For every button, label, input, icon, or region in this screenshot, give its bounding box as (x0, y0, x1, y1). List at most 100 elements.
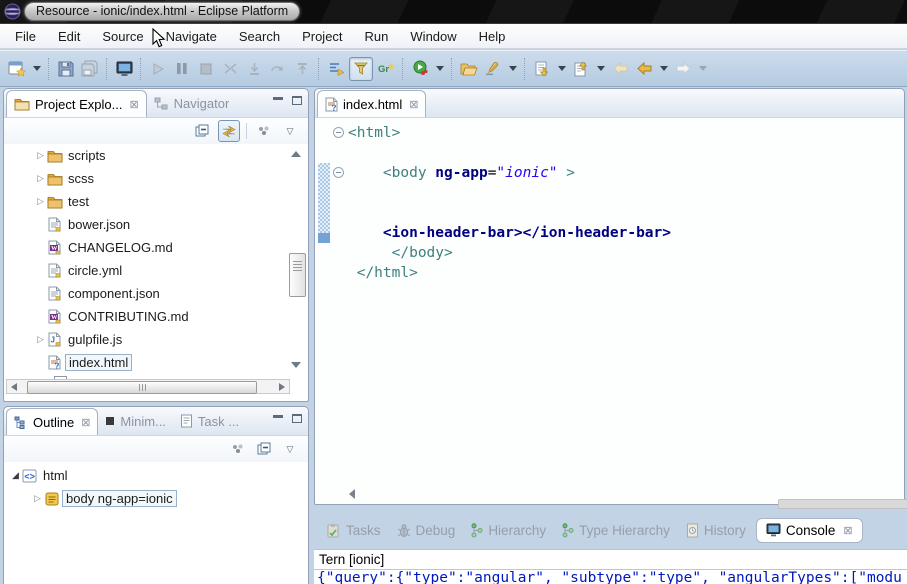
view-tab-hierarchy[interactable]: Hierarchy (465, 519, 552, 542)
horizontal-scrollbar[interactable] (6, 379, 290, 394)
collapsed-arrow-icon[interactable]: ▷ (35, 173, 46, 184)
tree-item-circle-yml[interactable]: circle.yml (35, 259, 308, 282)
collapse-all-button[interactable] (192, 121, 212, 141)
back-button[interactable] (633, 58, 655, 80)
step-return-icon (296, 62, 309, 76)
link-with-editor-button[interactable] (218, 120, 240, 142)
new-wizard-dropdown[interactable] (30, 58, 43, 80)
view-dots-icon[interactable] (228, 439, 248, 459)
menu-project[interactable]: Project (291, 26, 353, 47)
menu-help[interactable]: Help (468, 26, 517, 47)
new-wizard-button[interactable] (6, 58, 28, 80)
view-tab-tasks[interactable]: Tasks (320, 519, 387, 542)
collapsed-arrow-icon[interactable]: ▷ (32, 493, 43, 504)
view-menu-button[interactable]: ▽ (280, 439, 300, 459)
menu-source[interactable]: Source (91, 26, 154, 47)
tree-item-index-html[interactable]: ?index.html (35, 351, 308, 374)
collapsed-arrow-icon[interactable]: ▷ (35, 196, 46, 207)
scroll-up-arrow[interactable] (291, 151, 301, 157)
expanded-arrow-icon[interactable]: ◢ (10, 470, 21, 481)
menu-window[interactable]: Window (399, 26, 467, 47)
forward-dropdown[interactable] (696, 58, 709, 80)
scroll-left-arrow[interactable] (11, 383, 17, 391)
menu-file[interactable]: File (4, 26, 47, 47)
tree-item-bower-json[interactable]: bower.json (35, 213, 308, 236)
view-menu-button[interactable]: ▽ (280, 121, 300, 141)
save-all-button[interactable] (79, 58, 101, 80)
save-button[interactable] (55, 58, 77, 80)
horizontal-scrollbar-thumb[interactable] (27, 381, 257, 394)
back-to-left-button[interactable] (609, 58, 631, 80)
scroll-down-arrow[interactable] (291, 362, 301, 368)
view-tab-history[interactable]: History (680, 519, 752, 542)
fold-marker[interactable] (333, 127, 344, 138)
previous-annotation-dropdown[interactable] (594, 58, 607, 80)
step-into-button[interactable] (243, 58, 265, 80)
resume-button[interactable] (147, 58, 169, 80)
forward-button[interactable] (672, 58, 694, 80)
tree-item-test[interactable]: ▷test (35, 190, 308, 213)
code-editor[interactable]: <html><body ng-app="ionic" ><ion-header-… (315, 118, 904, 504)
back-dropdown[interactable] (657, 58, 670, 80)
close-tab-icon[interactable]: ⊠ (843, 524, 852, 537)
view-dots-icon[interactable] (254, 121, 274, 141)
toggle-mark-occurrences-button[interactable] (349, 57, 373, 81)
menu-search[interactable]: Search (228, 26, 291, 47)
console-view: TasksDebugHierarchyType HierarchyHistory… (314, 512, 907, 584)
svg-text:?: ? (332, 103, 337, 112)
suspend-button[interactable] (171, 58, 193, 80)
tree-item-gulpfile-js[interactable]: ▷Jgulpfile.js (35, 328, 308, 351)
editor-scroll-left-arrow[interactable] (349, 489, 355, 499)
collapsed-arrow-icon[interactable]: ▷ (35, 150, 46, 161)
tree-item-scss[interactable]: ▷scss (35, 167, 308, 190)
run-button[interactable] (409, 58, 431, 80)
scroll-right-arrow[interactable] (279, 383, 285, 391)
run-dropdown[interactable] (433, 58, 446, 80)
tab-project-explo-[interactable]: Project Explo...⊠ (6, 90, 147, 117)
tree-item-label: index.html (65, 354, 132, 371)
minimize-view-button[interactable] (273, 96, 283, 105)
view-tab-console[interactable]: Console⊠ (756, 518, 863, 543)
maximize-view-button[interactable] (292, 96, 302, 105)
console-body[interactable]: Tern [ionic] {"query":{"type":"angular",… (314, 549, 907, 584)
collapsed-arrow-icon[interactable]: ▷ (35, 334, 46, 345)
annotate-dropdown[interactable] (506, 58, 519, 80)
view-tab-type-hierarchy[interactable]: Type Hierarchy (556, 519, 676, 542)
open-resource-button[interactable] (458, 58, 480, 80)
next-annotation-button[interactable] (531, 58, 553, 80)
step-over-button[interactable] (267, 58, 289, 80)
tree-item-html[interactable]: ◢<>html (10, 464, 308, 487)
minimize-view-button[interactable] (273, 414, 283, 423)
show-selected-element-button[interactable] (325, 58, 347, 80)
annotate-button[interactable] (482, 58, 504, 80)
tab-outline[interactable]: Outline⊠ (6, 408, 98, 435)
close-tab-icon[interactable]: ⊠ (129, 98, 138, 111)
terminate-button[interactable] (195, 58, 217, 80)
tab-navigator[interactable]: Navigator (147, 89, 237, 117)
tree-item-scripts[interactable]: ▷scripts (35, 144, 308, 167)
open-console-button[interactable] (113, 58, 135, 80)
grammar-constructs-button[interactable]: Gr (375, 58, 397, 80)
menu-edit[interactable]: Edit (47, 26, 91, 47)
tree-item-changelog-md[interactable]: WCHANGELOG.md (35, 236, 308, 259)
view-tab-debug[interactable]: Debug (391, 519, 462, 542)
tree-item-body-ng-app-ionic[interactable]: ▷body ng-app=ionic (10, 487, 308, 510)
step-return-button[interactable] (291, 58, 313, 80)
fold-marker[interactable] (333, 167, 344, 178)
dropdown-icon (509, 66, 517, 71)
tree-item-component-json[interactable]: component.json (35, 282, 308, 305)
code-line: </html> (348, 263, 671, 283)
maximize-view-button[interactable] (292, 414, 302, 423)
tab-index-html[interactable]: ?index.html⊠ (317, 90, 426, 117)
next-annotation-dropdown[interactable] (555, 58, 568, 80)
vertical-scrollbar-thumb[interactable] (289, 253, 306, 297)
close-tab-icon[interactable]: ⊠ (81, 416, 90, 429)
tab-minim-[interactable]: Minim... (98, 407, 173, 435)
collapse-all-button[interactable] (254, 439, 274, 459)
disconnect-button[interactable] (219, 58, 241, 80)
previous-annotation-button[interactable] (570, 58, 592, 80)
tab-task-[interactable]: Task ... (173, 407, 246, 435)
tree-item-contributing-md[interactable]: WCONTRIBUTING.md (35, 305, 308, 328)
menu-run[interactable]: Run (354, 26, 400, 47)
close-tab-icon[interactable]: ⊠ (409, 98, 418, 111)
